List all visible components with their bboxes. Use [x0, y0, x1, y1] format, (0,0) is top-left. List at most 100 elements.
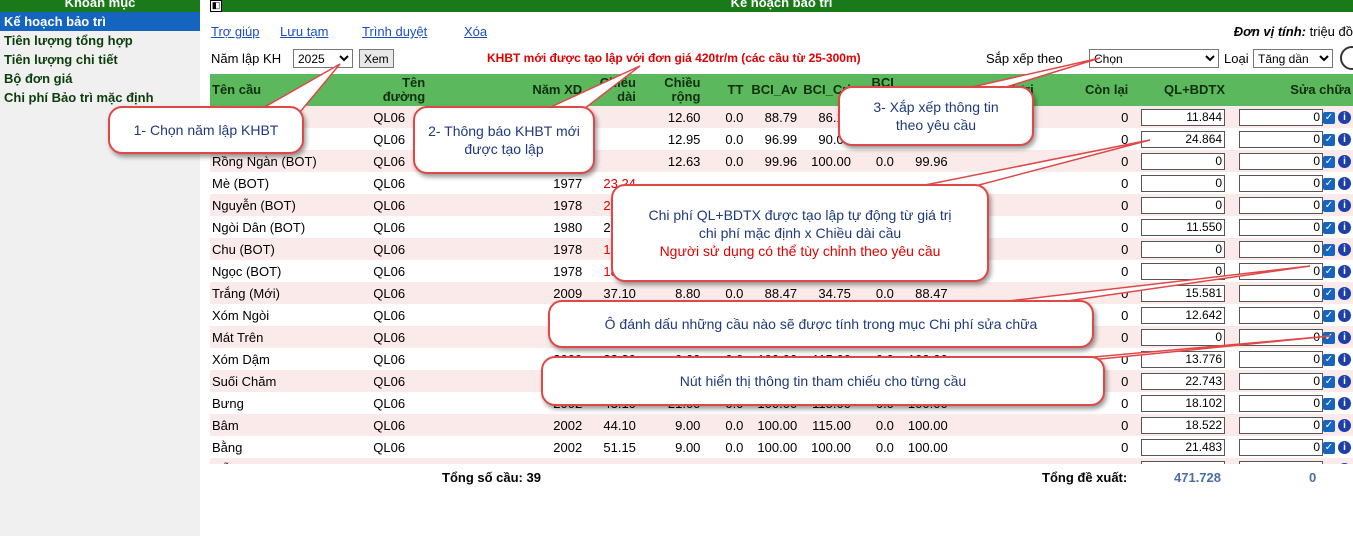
table-row[interactable]: Mỗ Đá...QL06200238.6021.000.090.6190.230… [210, 458, 1353, 464]
include-repair-checkbox[interactable]: ✓ [1323, 441, 1335, 454]
col-tt[interactable]: TT [702, 74, 746, 106]
col-year-built[interactable]: Năm XD [427, 74, 585, 106]
repair-cost-input[interactable] [1239, 416, 1323, 434]
include-repair-checkbox[interactable]: ✓ [1323, 155, 1335, 168]
include-repair-checkbox[interactable]: ✓ [1323, 287, 1335, 300]
col-bci-av[interactable]: BCI_Av [745, 74, 800, 106]
ql-bdtx-input[interactable] [1141, 108, 1226, 126]
ql-bdtx-input[interactable] [1141, 350, 1226, 368]
repair-cost-input[interactable] [1239, 130, 1323, 148]
include-repair-checkbox[interactable]: ✓ [1323, 111, 1335, 124]
sidebar-item-maintenance-plan[interactable]: Kế hoạch bảo trì [0, 12, 200, 31]
include-repair-checkbox[interactable]: ✓ [1323, 419, 1335, 432]
include-repair-checkbox[interactable]: ✓ [1323, 353, 1335, 366]
ql-bdtx-input[interactable] [1141, 218, 1226, 236]
ql-bdtx-input[interactable] [1141, 372, 1226, 390]
info-icon[interactable]: i [1338, 287, 1351, 301]
repair-cost-input[interactable] [1239, 262, 1323, 280]
col-length[interactable]: Chiều dài [584, 74, 638, 106]
info-icon[interactable]: i [1338, 353, 1351, 367]
ql-bdtx-input[interactable] [1141, 174, 1226, 192]
col-repair[interactable]: Sửa chữa [1227, 74, 1353, 106]
include-repair-checkbox[interactable]: ✓ [1323, 309, 1335, 322]
repair-cost-input[interactable] [1239, 174, 1323, 192]
col-ql-bdtx[interactable]: QL+BDTX [1130, 74, 1228, 106]
repair-cost-input[interactable] [1239, 328, 1323, 346]
order-select[interactable]: Tăng dần [1253, 49, 1333, 68]
info-icon[interactable]: i [1338, 111, 1351, 125]
ql-bdtx-input[interactable] [1141, 130, 1226, 148]
ql-bdtx-input[interactable] [1141, 306, 1226, 324]
ql-bdtx-input[interactable] [1141, 438, 1226, 456]
col-road[interactable]: Tên đường [371, 74, 428, 106]
ql-bdtx-input[interactable] [1141, 394, 1226, 412]
cell-bridge-name: Ngòi Dân (BOT) [210, 216, 372, 238]
info-icon[interactable]: i [1338, 397, 1351, 411]
repair-cost-input[interactable] [1239, 240, 1323, 258]
info-icon[interactable]: i [1338, 441, 1351, 455]
repair-cost-input[interactable] [1239, 306, 1323, 324]
table-row[interactable]: Bằng QL06 2002 51.15 9.00 0.0 100.00 100.00 0.0 1… [210, 436, 1353, 458]
col-bridge-name[interactable]: Tên cầu [210, 74, 372, 106]
sidebar-item-detail-estimate[interactable]: Tiên lượng chi tiết [0, 50, 200, 69]
include-repair-checkbox[interactable]: ✓ [1323, 397, 1335, 410]
repair-cost-input[interactable] [1239, 108, 1323, 126]
repair-cost-input[interactable] [1239, 394, 1323, 412]
help-link[interactable]: Trợ giúp [211, 24, 260, 39]
ql-bdtx-input[interactable] [1141, 460, 1226, 464]
ql-bdtx-input[interactable] [1141, 284, 1226, 302]
ql-bdtx-input[interactable] [1141, 152, 1226, 170]
repair-cost-input[interactable] [1239, 460, 1323, 464]
include-repair-checkbox[interactable]: ✓ [1323, 199, 1335, 212]
ql-bdtx-input[interactable] [1141, 240, 1226, 258]
include-repair-checkbox[interactable]: ✓ [1323, 221, 1335, 234]
year-select[interactable]: 2025 [293, 49, 353, 68]
include-repair-checkbox[interactable]: ✓ [1323, 331, 1335, 344]
col-width[interactable]: Chiều rộng [637, 74, 703, 106]
info-icon[interactable]: i [1338, 419, 1351, 433]
info-icon[interactable]: i [1338, 199, 1351, 213]
ql-bdtx-input[interactable] [1141, 196, 1226, 214]
repair-cost-input[interactable] [1239, 350, 1323, 368]
repair-cost-input[interactable] [1239, 438, 1323, 456]
info-icon[interactable]: i [1338, 133, 1351, 147]
include-repair-checkbox[interactable]: ✓ [1323, 177, 1335, 190]
include-repair-checkbox[interactable]: ✓ [1323, 243, 1335, 256]
table-row[interactable]: Rồng Ngàn (BOT) QL06 12.63 0.0 99.96 100.00 0.… [210, 150, 1353, 172]
sort-select[interactable]: Chọn [1089, 49, 1219, 68]
info-icon[interactable]: i [1338, 265, 1351, 279]
browser-link[interactable]: Trình duyệt [362, 24, 427, 39]
include-repair-checkbox[interactable]: ✓ [1323, 375, 1335, 388]
info-icon[interactable]: i [1338, 177, 1351, 191]
refresh-icon[interactable] [1340, 46, 1353, 70]
col-remaining[interactable]: Còn lại [1035, 74, 1131, 106]
table-row[interactable]: QL0612.950.096.9990.010✓i [210, 128, 1353, 150]
ql-bdtx-input[interactable] [1141, 328, 1226, 346]
repair-cost-input[interactable] [1239, 284, 1323, 302]
repair-cost-input[interactable] [1239, 196, 1323, 214]
info-icon[interactable]: i [1338, 375, 1351, 389]
ql-bdtx-input[interactable] [1141, 262, 1226, 280]
view-button[interactable]: Xem [359, 49, 394, 68]
sidebar-item-unit-price[interactable]: Bộ đơn giá [0, 69, 200, 88]
table-row[interactable]: QL0612.600.088.7986.120✓i [210, 106, 1353, 128]
sidebar-item-summary-estimate[interactable]: Tiên lượng tổng hợp [0, 31, 200, 50]
sidebar-item-default-cost[interactable]: Chi phí Bảo trì mặc định [0, 88, 200, 107]
repair-cost-input[interactable] [1239, 372, 1323, 390]
info-icon[interactable]: i [1338, 243, 1351, 257]
info-icon[interactable]: i [1338, 309, 1351, 323]
info-icon[interactable]: i [1338, 155, 1351, 169]
include-repair-checkbox[interactable]: ✓ [1323, 265, 1335, 278]
info-icon[interactable]: i [1338, 331, 1351, 345]
save-draft-link[interactable]: Lưu tạm [280, 24, 328, 39]
repair-cost-input[interactable] [1239, 152, 1323, 170]
ql-bdtx-input[interactable] [1141, 416, 1226, 434]
repair-cost-input[interactable] [1239, 218, 1323, 236]
table-row[interactable]: Bâm QL06 2002 44.10 9.00 0.0 100.00 115.00 0.0 10… [210, 414, 1353, 436]
collapse-icon[interactable]: ◧ [210, 0, 222, 12]
include-repair-checkbox[interactable]: ✓ [1323, 133, 1335, 146]
info-icon[interactable]: i [1338, 221, 1351, 235]
delete-link[interactable]: Xóa [464, 24, 487, 39]
cell-road: QL06 [371, 282, 428, 304]
info-icon[interactable]: i [1338, 463, 1351, 464]
